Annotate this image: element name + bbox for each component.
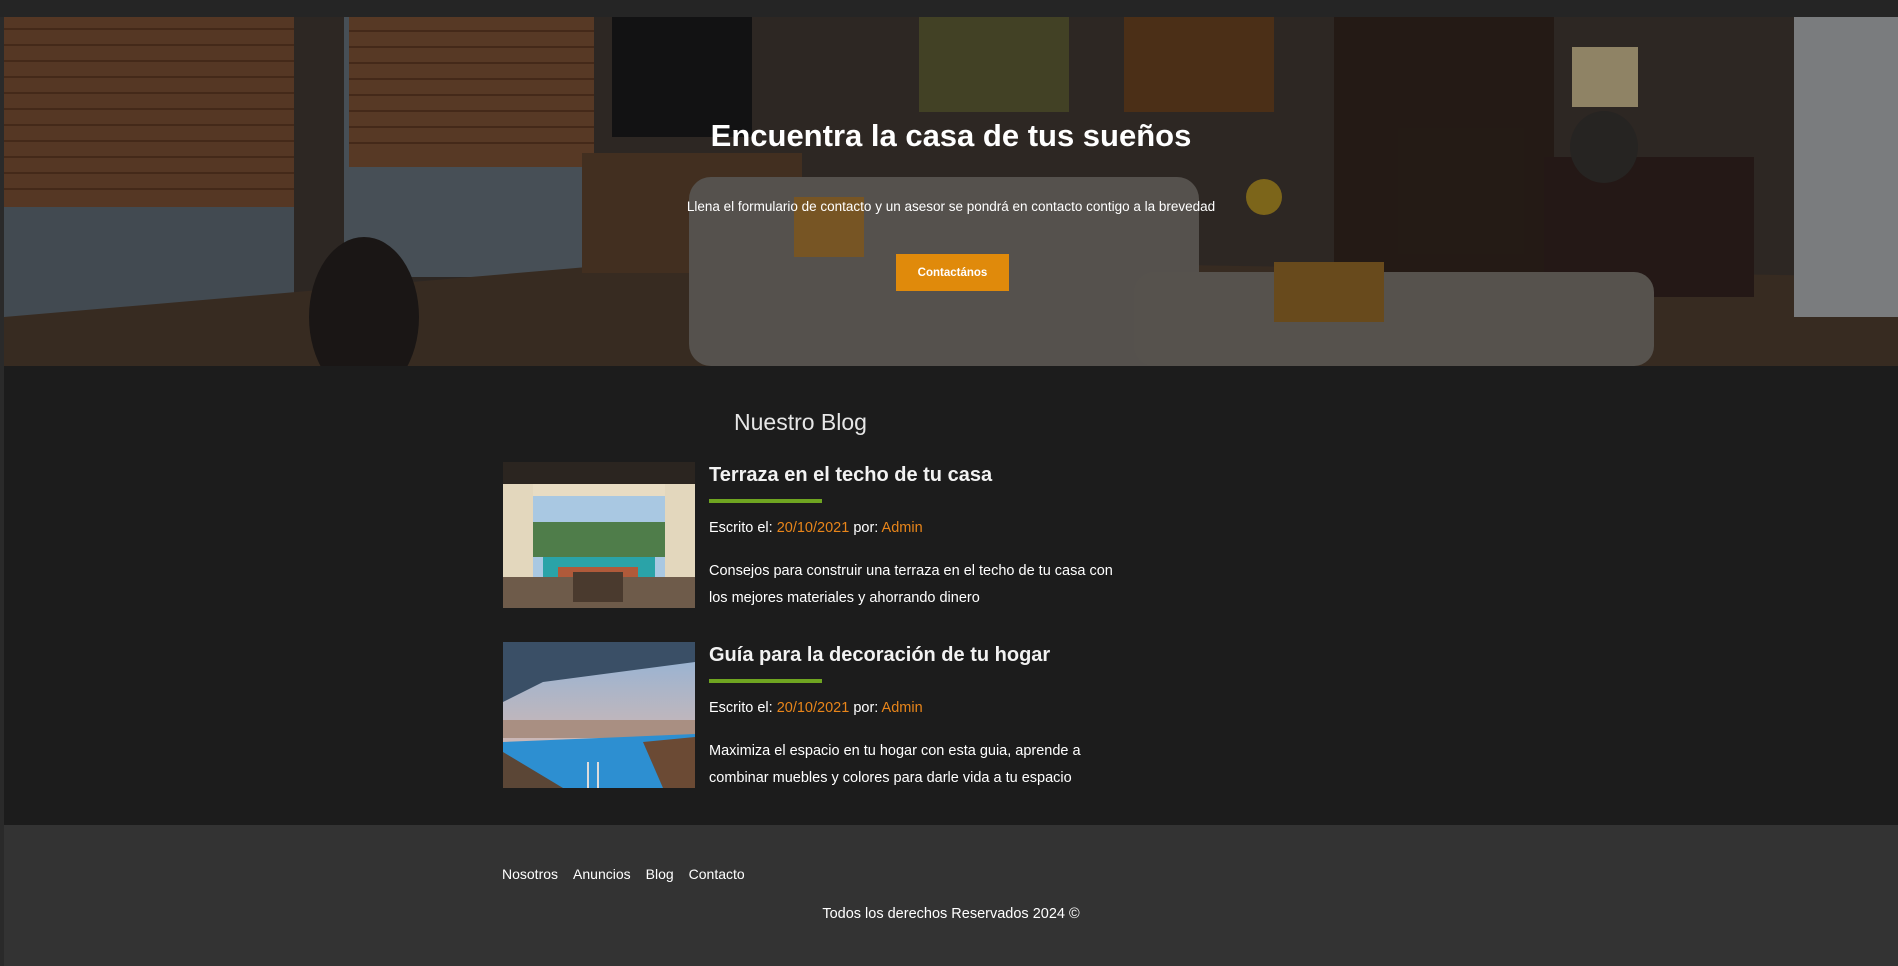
post-title[interactable]: Guía para la decoración de tu hogar (709, 642, 1129, 668)
footer-link-blog[interactable]: Blog (646, 866, 674, 882)
copyright-text: Todos los derechos Reservados 2024 © (822, 906, 1080, 922)
title-underline (709, 499, 822, 503)
footer-link-contacto[interactable]: Contacto (689, 866, 745, 882)
written-label: Escrito el: (709, 700, 773, 716)
blog-post: Terraza en el techo de tu casa Escrito e… (503, 462, 1203, 608)
post-author[interactable]: Admin (882, 520, 923, 536)
written-label: Escrito el: (709, 520, 773, 536)
by-label: por: (853, 700, 879, 716)
post-excerpt: Maximiza el espacio en tu hogar con esta… (709, 743, 1081, 786)
footer-nav: Nosotros Anuncios Blog Contacto (502, 866, 745, 882)
footer: Nosotros Anuncios Blog Contacto Todos lo… (4, 825, 1898, 966)
contact-button[interactable]: Contactános (896, 254, 1009, 291)
post-date: 20/10/2021 (776, 520, 850, 536)
post-image-pool[interactable] (503, 642, 695, 788)
hero-overlay (4, 17, 1898, 366)
blog-section: Nuestro Blog Terraza en el techo de tu c… (4, 366, 1898, 825)
post-meta: Escrito el: 20/10/2021 por: Admin (709, 699, 1129, 717)
hero-title: Encuentra la casa de tus sueños (710, 118, 1192, 153)
by-label: por: (853, 520, 879, 536)
blog-post: Guía para la decoración de tu hogar Escr… (503, 642, 1203, 788)
hero-subtitle: Llena el formulario de contacto y un ase… (686, 199, 1216, 214)
post-image-terrace[interactable] (503, 462, 695, 608)
post-author[interactable]: Admin (882, 700, 923, 716)
title-underline (709, 679, 822, 683)
post-title[interactable]: Terraza en el techo de tu casa (709, 462, 1129, 488)
post-date: 20/10/2021 (776, 700, 850, 716)
top-bar (0, 0, 1898, 17)
footer-link-anuncios[interactable]: Anuncios (573, 866, 631, 882)
post-meta: Escrito el: 20/10/2021 por: Admin (709, 519, 1129, 537)
footer-link-nosotros[interactable]: Nosotros (502, 866, 558, 882)
post-excerpt: Consejos para construir una terraza en e… (709, 563, 1113, 606)
blog-heading: Nuestro Blog (734, 409, 867, 435)
hero-section: Encuentra la casa de tus sueños Llena el… (4, 17, 1898, 366)
